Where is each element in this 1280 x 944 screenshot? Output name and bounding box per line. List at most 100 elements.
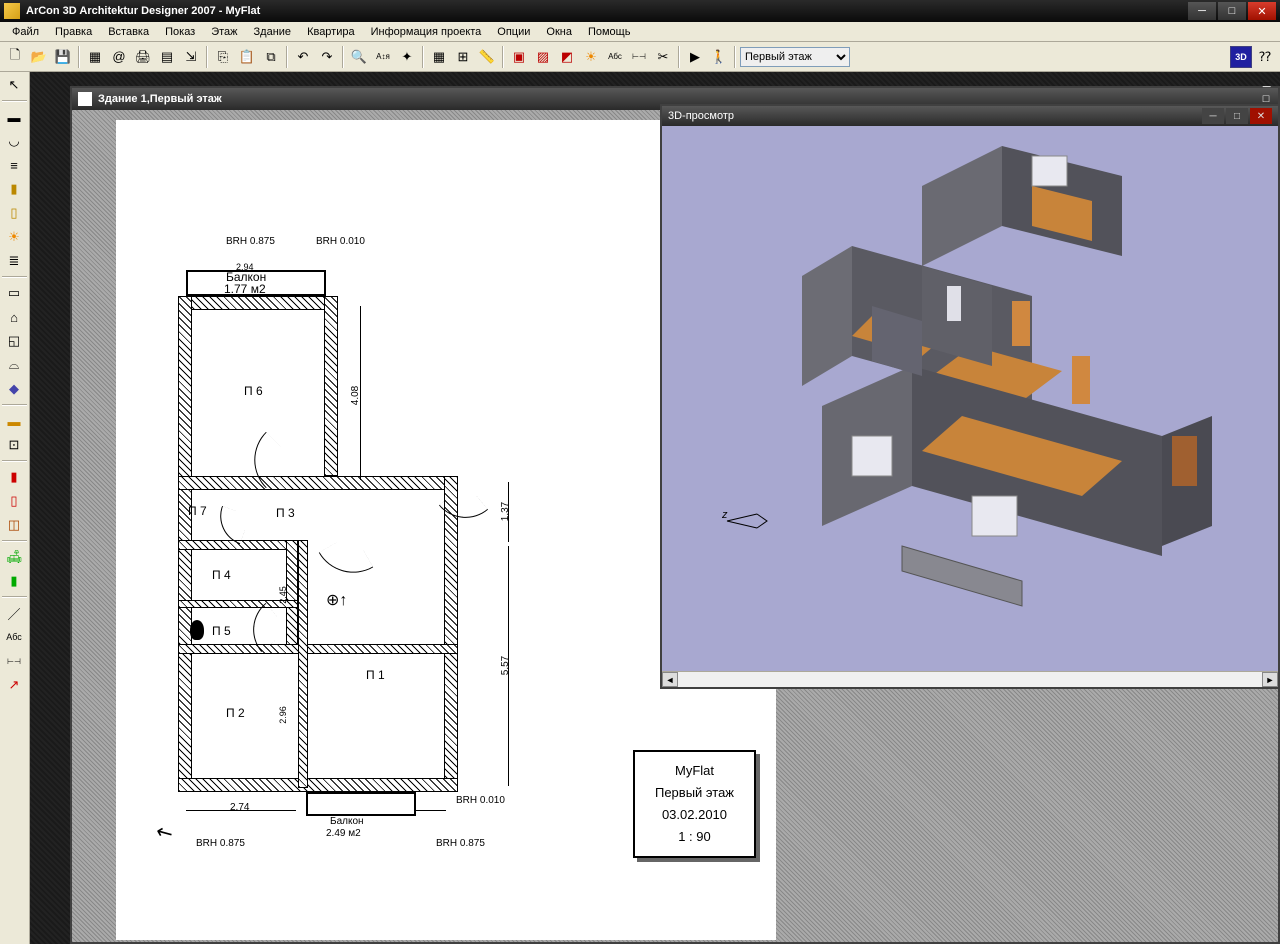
menu-windows[interactable]: Окна: [538, 24, 580, 40]
minimize-button[interactable]: ─: [1188, 2, 1216, 20]
context-help-icon[interactable]: ⁇: [1254, 46, 1276, 68]
room-p1: П 1: [366, 668, 385, 682]
roof-icon[interactable]: ⌂: [2, 306, 26, 328]
window-icon[interactable]: ▭: [2, 282, 26, 304]
brh-label: BRH 0.875: [226, 236, 275, 247]
menu-file[interactable]: Файл: [4, 24, 47, 40]
pointer-tool-icon[interactable]: ↖: [2, 74, 26, 96]
floor-select[interactable]: Первый этаж: [740, 47, 850, 67]
duplicate-icon[interactable]: ⧉: [260, 46, 282, 68]
scroll-track[interactable]: [678, 672, 1262, 687]
3d-minimize-button[interactable]: ─: [1202, 108, 1224, 124]
undo-icon[interactable]: ↶: [292, 46, 314, 68]
compass-icon[interactable]: ✦: [396, 46, 418, 68]
layer2-icon[interactable]: ▨: [532, 46, 554, 68]
new-icon[interactable]: 🗋: [4, 46, 26, 68]
walk-tool-icon[interactable]: 🚶: [708, 46, 730, 68]
menu-floor[interactable]: Этаж: [203, 24, 245, 40]
export-icon[interactable]: ⇲: [180, 46, 202, 68]
3d-building-model: [722, 126, 1242, 666]
mode-3d-button[interactable]: 3D: [1230, 46, 1252, 68]
close-button[interactable]: ✕: [1248, 2, 1276, 20]
abc-icon[interactable]: Абс: [604, 46, 626, 68]
roof-window-icon[interactable]: ◱: [2, 330, 26, 352]
chimney-icon[interactable]: ▯: [2, 202, 26, 224]
section-icon[interactable]: ✂: [652, 46, 674, 68]
text-az-icon[interactable]: А↕я: [372, 46, 394, 68]
line-tool-icon[interactable]: ／: [2, 602, 26, 624]
macro-icon[interactable]: ▦: [84, 46, 106, 68]
menu-view[interactable]: Показ: [157, 24, 203, 40]
stairs-icon[interactable]: ≣: [2, 250, 26, 272]
measure-tool-icon[interactable]: ↗: [2, 674, 26, 696]
arrow-tool-icon[interactable]: ▶: [684, 46, 706, 68]
balcony-top-area: 1.77 м2: [224, 282, 266, 296]
email-icon[interactable]: @: [108, 46, 130, 68]
door3-icon[interactable]: ◫: [2, 514, 26, 536]
app-logo-icon: [4, 3, 20, 19]
terrain2-icon[interactable]: ⊡: [2, 434, 26, 456]
scroll-left-button[interactable]: ◄: [662, 672, 678, 687]
wall-tool-icon[interactable]: ▬: [2, 106, 26, 128]
menu-edit[interactable]: Правка: [47, 24, 100, 40]
app-title: ArCon 3D Architektur Designer 2007 - MyF…: [26, 5, 1188, 17]
doc-maximize-button[interactable]: □: [1263, 93, 1272, 105]
plant-icon[interactable]: ▮: [2, 570, 26, 592]
toolbar: 🗋 📂 💾 ▦ @ 🖨 ▤ ⇲ ⎘ 📋 ⧉ ↶ ↷ 🔍 А↕я ✦ ▦ ⊞ 📏 …: [0, 42, 1280, 72]
terrain-icon[interactable]: ▬: [2, 410, 26, 432]
room-p7: П 7: [188, 504, 207, 518]
menu-help[interactable]: Помощь: [580, 24, 639, 40]
room-p2: П 2: [226, 706, 245, 720]
scroll-right-button[interactable]: ►: [1262, 672, 1278, 687]
layer3-icon[interactable]: ◩: [556, 46, 578, 68]
door2-red-icon[interactable]: ▯: [2, 490, 26, 512]
solar-icon[interactable]: ◆: [2, 378, 26, 400]
menu-project-info[interactable]: Информация проекта: [363, 24, 490, 40]
menu-apartment[interactable]: Квартира: [299, 24, 363, 40]
grid-icon[interactable]: ▦: [428, 46, 450, 68]
compass-indicator-icon: ⊕↑: [326, 590, 347, 610]
maximize-button[interactable]: □: [1218, 2, 1246, 20]
project-info-box: MyFlat Первый этаж 03.02.2010 1 : 90: [633, 750, 756, 858]
menu-options[interactable]: Опции: [489, 24, 538, 40]
3d-close-button[interactable]: ✕: [1250, 108, 1272, 124]
menu-building[interactable]: Здание: [246, 24, 300, 40]
brh-label: BRH 0.875: [436, 838, 485, 849]
zoom-icon[interactable]: 🔍: [348, 46, 370, 68]
brh-label: BRH 0.875: [196, 838, 245, 849]
dormer-icon[interactable]: ⌓: [2, 354, 26, 376]
text-tool-icon[interactable]: Абс: [2, 626, 26, 648]
virtual-wall-icon[interactable]: ◡: [2, 130, 26, 152]
furniture-icon[interactable]: 🛋: [2, 546, 26, 568]
3d-preview-titlebar[interactable]: 3D-просмотр ─ □ ✕: [662, 106, 1278, 126]
paste-icon[interactable]: 📋: [236, 46, 258, 68]
info-floor: Первый этаж: [655, 782, 734, 804]
toilet-fixture-icon: [190, 620, 204, 640]
dim-557: 5.57: [500, 656, 511, 675]
copy-icon[interactable]: ⎘: [212, 46, 234, 68]
dimension-tool-icon[interactable]: ⊢⊣: [2, 650, 26, 672]
room-p4: П 4: [212, 568, 231, 582]
snap-icon[interactable]: ⊞: [452, 46, 474, 68]
document-icon: [78, 92, 92, 106]
info-scale: 1 : 90: [655, 826, 734, 848]
3d-viewport[interactable]: z: [662, 126, 1278, 671]
layer1-icon[interactable]: ▣: [508, 46, 530, 68]
dimension-icon[interactable]: ⊢⊣: [628, 46, 650, 68]
list-icon[interactable]: ▤: [156, 46, 178, 68]
support-icon[interactable]: ▮: [2, 178, 26, 200]
door-red-icon[interactable]: ▮: [2, 466, 26, 488]
3d-maximize-button[interactable]: □: [1226, 108, 1248, 124]
room-p5: П 5: [212, 624, 231, 638]
menu-insert[interactable]: Вставка: [100, 24, 157, 40]
3d-preview-window: 3D-просмотр ─ □ ✕: [660, 104, 1280, 689]
doc-minimize-button[interactable]: ─: [1263, 81, 1272, 93]
save-icon[interactable]: 💾: [52, 46, 74, 68]
sun2-icon[interactable]: ☀: [2, 226, 26, 248]
ruler-icon[interactable]: 📏: [476, 46, 498, 68]
print-icon[interactable]: 🖨: [132, 46, 154, 68]
open-icon[interactable]: 📂: [28, 46, 50, 68]
ceiling-icon[interactable]: ≡: [2, 154, 26, 176]
sun-icon[interactable]: ☀: [580, 46, 602, 68]
redo-icon[interactable]: ↷: [316, 46, 338, 68]
